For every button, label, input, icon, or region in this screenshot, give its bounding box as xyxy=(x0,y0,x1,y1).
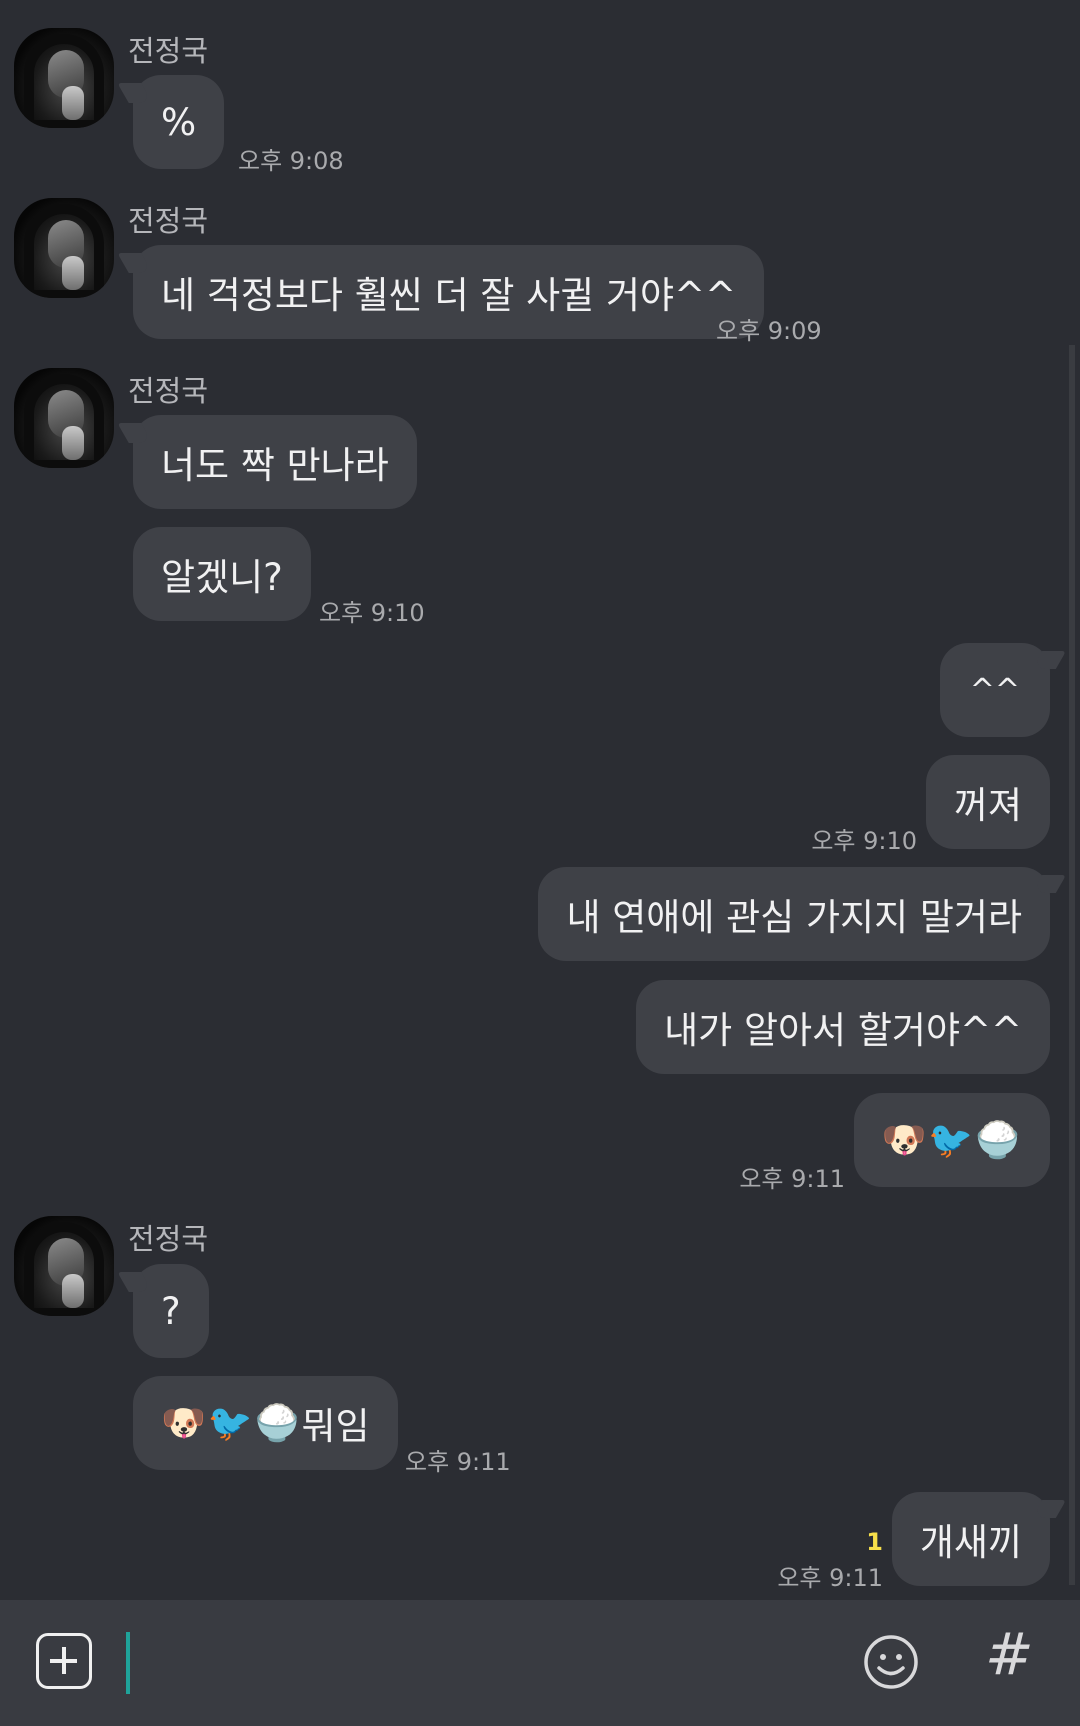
unread-count-badge: 1 xyxy=(866,1528,883,1556)
outgoing-message-bubble[interactable]: 내가 알아서 할거야^^ xyxy=(636,980,1050,1074)
message-time: 오후 9:11 xyxy=(405,1448,511,1476)
bird-emoji: 🐦 xyxy=(207,1403,253,1444)
message-input[interactable] xyxy=(140,1622,834,1706)
rice-emoji: 🍚 xyxy=(254,1403,300,1444)
plus-square-icon[interactable] xyxy=(36,1633,92,1689)
sender-name: 전정국 xyxy=(128,204,209,238)
message-time: 오후 9:10 xyxy=(811,827,917,855)
outgoing-message-bubble[interactable]: ^^ xyxy=(939,643,1050,737)
incoming-message-bubble[interactable]: 너도 짝 만나라 xyxy=(133,415,417,509)
message-text: % xyxy=(161,100,197,144)
contact-avatar[interactable] xyxy=(14,198,114,298)
text-cursor xyxy=(126,1632,130,1694)
outgoing-message-bubble[interactable]: 개새끼 xyxy=(891,1492,1050,1586)
message-text: 너도 짝 만나라 xyxy=(161,444,389,487)
message-text: ^^ xyxy=(969,672,1020,708)
outgoing-message-bubble[interactable]: 🐶 🐦 🍚 xyxy=(853,1093,1050,1187)
chat-message-list[interactable]: 전정국 % 오후 9:08 전정국 네 걱정보다 훨씬 더 잘 사귈 거야^^ … xyxy=(0,0,1080,1600)
rice-emoji: 🍚 xyxy=(975,1120,1020,1161)
contact-avatar[interactable] xyxy=(14,368,114,468)
message-text: 개새끼 xyxy=(919,1521,1022,1564)
dog-emoji: 🐶 xyxy=(161,1403,206,1444)
smiley-icon[interactable] xyxy=(862,1633,920,1691)
message-text: 꺼져 xyxy=(953,784,1022,827)
sender-name: 전정국 xyxy=(128,1222,209,1256)
message-text: 알겠니? xyxy=(161,556,283,599)
message-text: 네 걱정보다 훨씬 더 잘 사귈 거야^^ xyxy=(161,274,737,317)
dog-emoji: 🐶 xyxy=(881,1120,927,1161)
incoming-message-bubble[interactable]: 알겠니? xyxy=(133,527,311,621)
hash-icon[interactable]: # xyxy=(985,1620,1034,1688)
message-time: 오후 9:09 xyxy=(716,317,822,345)
contact-avatar[interactable] xyxy=(14,28,114,128)
incoming-message-bubble[interactable]: 네 걱정보다 훨씬 더 잘 사귈 거야^^ xyxy=(133,245,765,339)
message-time: 오후 9:08 xyxy=(238,147,344,175)
contact-avatar[interactable] xyxy=(14,1216,114,1316)
bird-emoji: 🐦 xyxy=(928,1120,974,1161)
outgoing-message-bubble[interactable]: 꺼져 xyxy=(925,755,1050,849)
message-composer: # xyxy=(0,1600,1080,1726)
incoming-message-bubble[interactable]: % xyxy=(133,75,225,169)
scrollbar[interactable] xyxy=(1069,345,1075,1585)
message-text: ? xyxy=(161,1289,181,1333)
message-text: 내 연애에 관심 가지지 말거라 xyxy=(566,896,1022,939)
sender-name: 전정국 xyxy=(128,374,209,408)
message-time: 오후 9:11 xyxy=(739,1165,845,1193)
message-text: 내가 알아서 할거야^^ xyxy=(664,1009,1022,1052)
message-text: 뭐임 xyxy=(301,1405,370,1448)
incoming-message-bubble[interactable]: ? xyxy=(133,1264,209,1358)
message-time: 오후 9:10 xyxy=(319,599,425,627)
incoming-message-bubble[interactable]: 🐶 🐦 🍚 뭐임 xyxy=(133,1376,398,1470)
sender-name: 전정국 xyxy=(128,34,209,68)
message-time: 오후 9:11 xyxy=(777,1564,883,1592)
outgoing-message-bubble[interactable]: 내 연애에 관심 가지지 말거라 xyxy=(538,867,1050,961)
